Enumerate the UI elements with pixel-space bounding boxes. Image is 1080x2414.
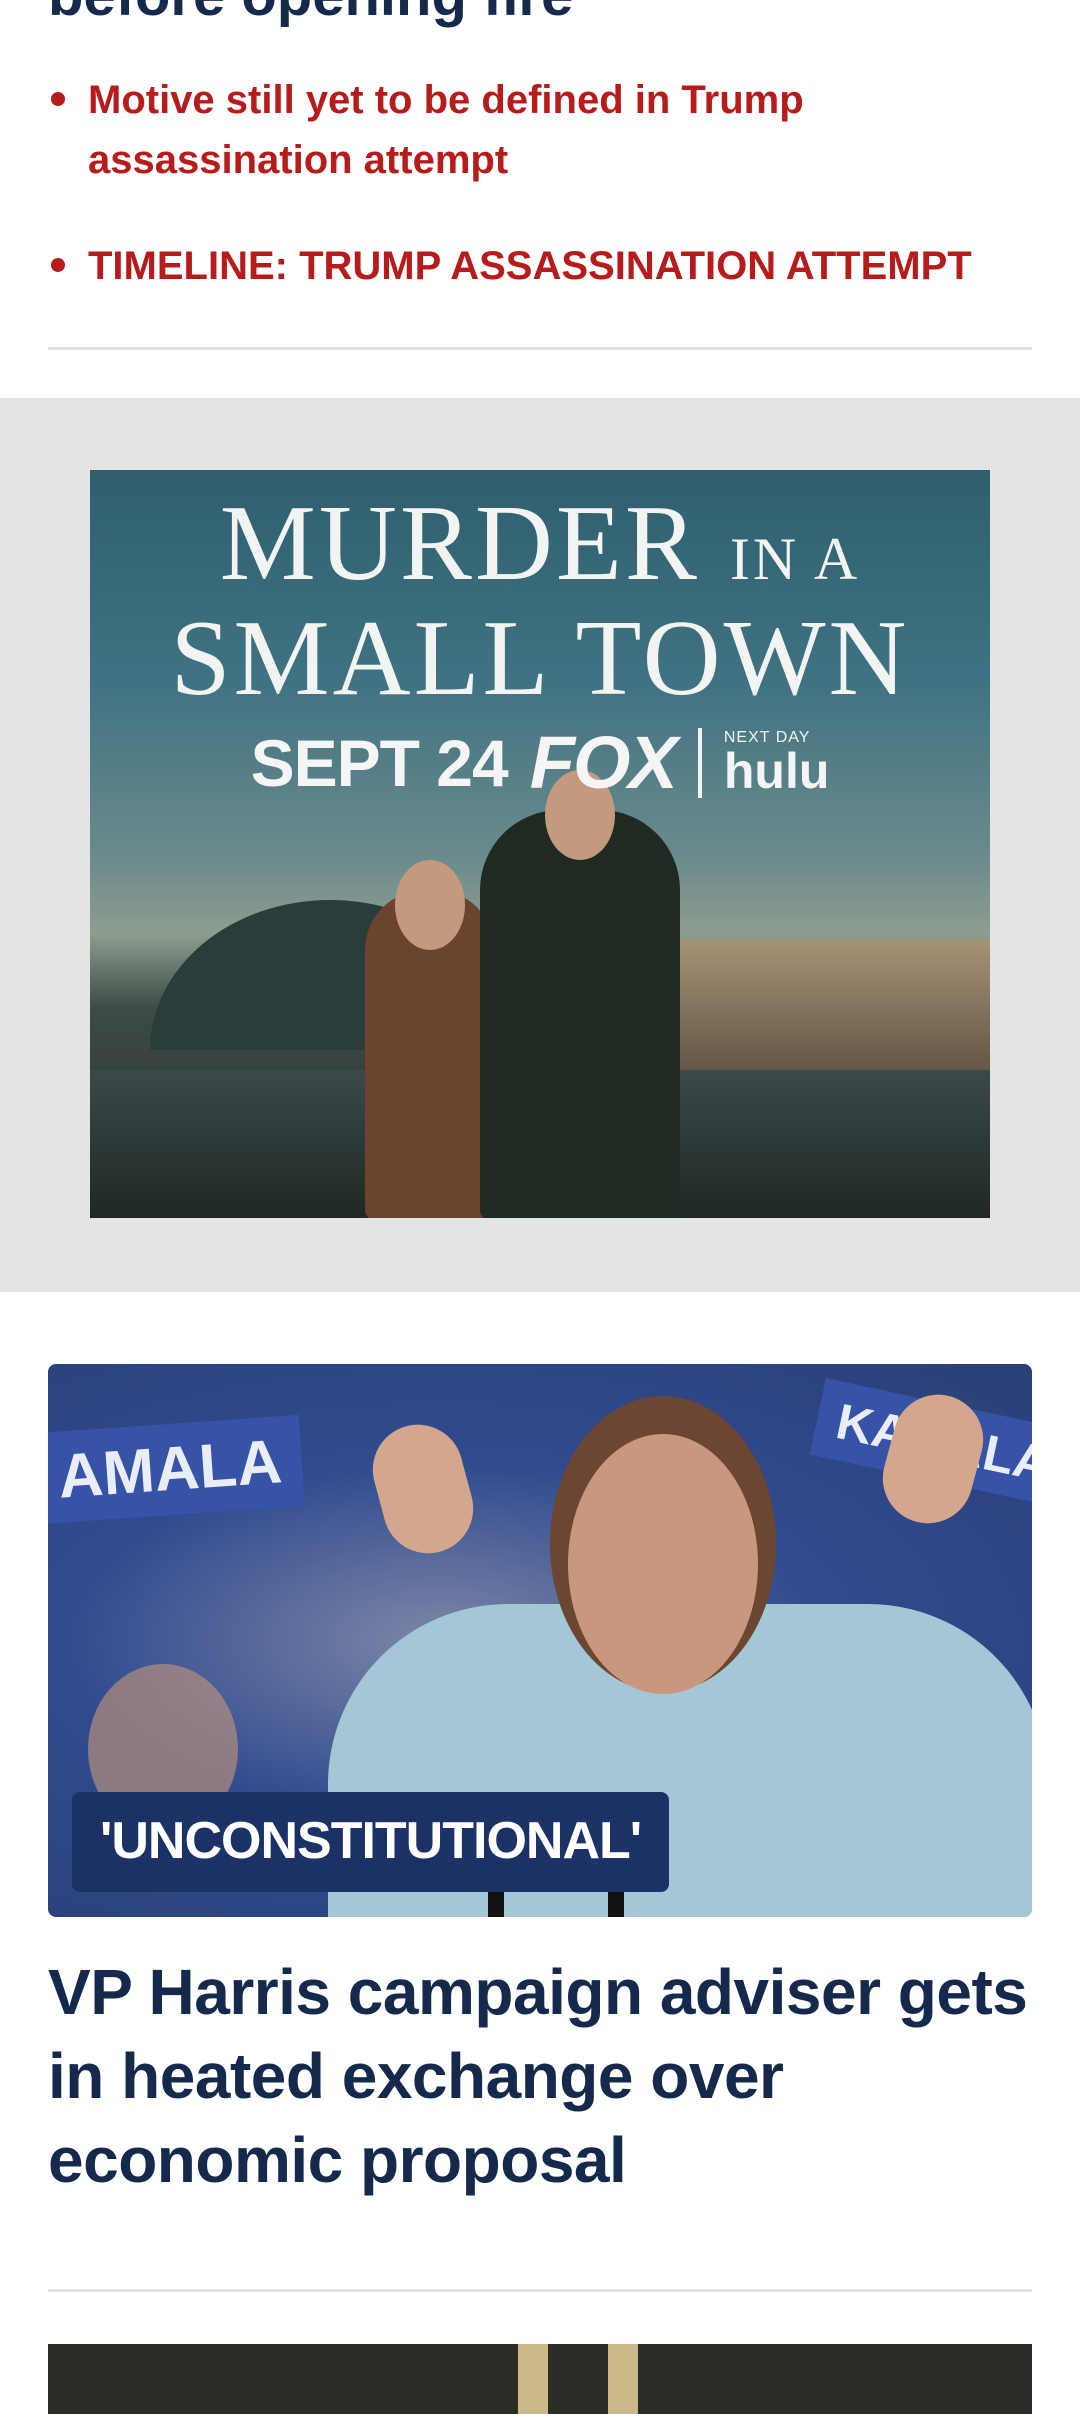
story-image[interactable]: AMALA KAMALA 'UNCONSTITUTIONAL' — [48, 1364, 1032, 1917]
raised-hand — [362, 1414, 484, 1564]
image-detail — [518, 2344, 548, 2414]
next-story-image[interactable] — [48, 2344, 1032, 2414]
section-divider — [48, 2289, 1032, 2292]
campaign-sign: AMALA — [48, 1414, 305, 1525]
ad-title-main: MURDER — [219, 484, 700, 603]
related-link-motive[interactable]: Motive still yet to be defined in Trump … — [88, 78, 804, 182]
section-divider — [48, 347, 1032, 350]
story-kicker-label: 'UNCONSTITUTIONAL' — [72, 1792, 670, 1892]
bullet-icon — [51, 258, 65, 272]
tv-show-ad-banner[interactable]: MURDER IN A SMALL TOWN SEPT 24 FOX NEXT … — [90, 470, 990, 1218]
related-link-item[interactable]: TIMELINE: TRUMP ASSASSINATION ATTEMPT — [48, 236, 1032, 296]
ad-airdate-row: SEPT 24 FOX NEXT DAY hulu — [90, 720, 990, 805]
ad-title-small: IN A — [729, 526, 861, 592]
ad-title-line2: SMALL TOWN — [170, 599, 910, 718]
ad-stream-name: hulu — [723, 742, 830, 799]
speaker-head — [568, 1434, 758, 1694]
related-link-item[interactable]: Motive still yet to be defined in Trump … — [48, 70, 1032, 190]
hulu-logo: NEXT DAY hulu — [723, 729, 830, 799]
ad-man-figure — [480, 810, 680, 1218]
previous-story-headline[interactable]: before opening fire — [48, 0, 1032, 30]
related-links-list: Motive still yet to be defined in Trump … — [48, 70, 1032, 296]
ad-show-title: MURDER IN A SMALL TOWN — [90, 490, 990, 718]
advertisement-container: MURDER IN A SMALL TOWN SEPT 24 FOX NEXT … — [0, 398, 1080, 1292]
related-link-timeline[interactable]: TIMELINE: TRUMP ASSASSINATION ATTEMPT — [88, 244, 972, 288]
bullet-icon — [51, 92, 65, 106]
ad-woman-face — [395, 860, 465, 950]
fox-logo: FOX — [529, 721, 678, 804]
ad-separator — [697, 727, 702, 798]
story-headline[interactable]: VP Harris campaign adviser gets in heate… — [48, 1950, 1032, 2202]
ad-town-shape — [630, 940, 990, 1090]
image-detail — [608, 2344, 638, 2414]
ad-date: SEPT 24 — [250, 725, 509, 800]
